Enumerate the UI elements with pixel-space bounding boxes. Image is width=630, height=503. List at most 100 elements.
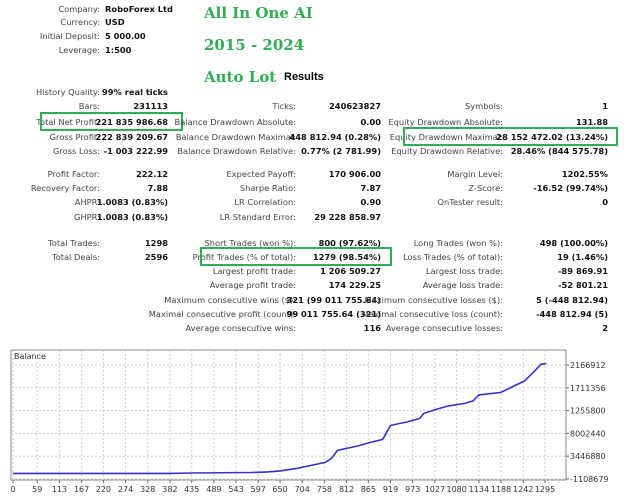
stat-label: Gross Profit: (49, 132, 100, 142)
stat-value: 1202.55% (561, 169, 608, 179)
stat-value: 2596 (144, 252, 168, 262)
brand-years: 2015 - 2024 (204, 36, 305, 54)
stat-value: 29 228 858.97 (314, 212, 381, 222)
x-tick-label: 435 (184, 485, 199, 494)
stat-label: LR Standard Error: (219, 212, 296, 222)
stat-label: Balance Drawdown Maximal: (175, 132, 296, 142)
x-tick-label: 1134 (469, 485, 489, 494)
highlight-box (403, 127, 618, 146)
stat-value: 1.0083 (0.83%) (96, 212, 168, 222)
x-tick-label: 1242 (513, 485, 533, 494)
stat-value: 28.46% (844 575.78) (510, 146, 608, 156)
x-tick-label: 1027 (425, 485, 445, 494)
header-value: 1:500 (105, 45, 132, 55)
stat-label: Largest loss trade: (425, 266, 503, 276)
header-label: Currency: (60, 17, 100, 27)
x-tick-label: 1188 (491, 485, 511, 494)
y-tick-label: 2166912 (570, 361, 606, 370)
stat-label: Long Trades (won %): (413, 238, 503, 248)
stat-label: Margin Level: (447, 169, 503, 179)
x-tick-label: 1080 (446, 485, 466, 494)
x-tick-label: 543 (228, 485, 243, 494)
plot-area (10, 349, 567, 481)
stat-label: Equity Drawdown Absolute: (388, 117, 503, 127)
stat-label: Profit Factor: (47, 169, 100, 179)
stat-label: Expected Payoff: (226, 169, 296, 179)
stat-value: 170 906.00 (328, 169, 381, 179)
history-quality-value: 99% real ticks (102, 87, 168, 97)
stat-label: LR Correlation: (234, 197, 296, 207)
stat-label: Average loss trade: (422, 280, 503, 290)
stat-label: Loss Trades (% of total): (403, 252, 503, 262)
x-tick-label: 167 (74, 485, 89, 494)
stat-value: 7.88 (147, 183, 168, 193)
stat-label: Average consecutive wins: (185, 323, 296, 333)
stat-value: 448 812.94 (0.28%) (289, 132, 381, 142)
header-value: RoboForex Ltd (105, 4, 173, 14)
x-tick-label: 919 (383, 485, 398, 494)
x-tick-label: 597 (251, 485, 266, 494)
header-value: USD (105, 17, 125, 27)
stat-label: Equity Drawdown Relative: (391, 146, 503, 156)
stat-label: Average profit trade: (209, 280, 296, 290)
stat-label: Symbols: (464, 101, 503, 111)
stat-label: Sharpe Ratio: (239, 183, 296, 193)
stat-label: Maximal consecutive profit (count): (148, 309, 296, 319)
x-tick-label: 328 (140, 485, 155, 494)
y-tick-label: 1255800 (570, 407, 606, 416)
y-tick-label: -1108679 (570, 475, 609, 484)
stat-label: Gross Loss: (52, 146, 100, 156)
stat-value: 174 229.25 (328, 280, 381, 290)
brand-lot: Auto Lot (204, 68, 277, 86)
x-tick-label: 220 (96, 485, 111, 494)
x-tick-label: 382 (162, 485, 177, 494)
highlight-box (200, 247, 392, 266)
y-tick-label: 8002440 (570, 429, 606, 438)
stat-value: 231113 (133, 101, 168, 111)
stat-label: Balance Drawdown Absolute: (174, 117, 296, 127)
y-tick-label: 1711356 (570, 384, 606, 393)
x-tick-label: 865 (361, 485, 376, 494)
stat-value: 0.77% (2 781.99) (301, 146, 381, 156)
stat-label: Ticks: (272, 101, 296, 111)
header-value: 5 000.00 (105, 31, 146, 41)
stat-value: 116 (363, 323, 381, 333)
stat-label: Balance Drawdown Relative: (177, 146, 296, 156)
balance-chart: 0 59 113 167 220 274 328 382 435 489 543 597 650 704 7… (10, 349, 609, 494)
stat-value: 1298 (144, 238, 168, 248)
stat-value: 222.12 (135, 169, 168, 179)
stat-value: 1 (602, 101, 608, 111)
x-tick-label: 274 (118, 485, 133, 494)
stat-label: Total Deals: (51, 252, 100, 262)
header-label: Company: (58, 4, 100, 14)
stat-value: 2 (602, 323, 608, 333)
stat-value: -89 869.91 (558, 266, 608, 276)
stat-label: Largest profit trade: (212, 266, 296, 276)
header-label: Initial Deposit: (39, 31, 100, 41)
brand-title: All In One AI (204, 4, 313, 22)
stat-value: 7.87 (360, 183, 381, 193)
x-tick-label: 0 (10, 485, 15, 494)
stat-value: 0.90 (360, 197, 381, 207)
x-tick-label: 812 (339, 485, 354, 494)
stat-value: 1 206 509.27 (320, 266, 381, 276)
stat-value: 19 (1.46%) (557, 252, 608, 262)
stat-value: 498 (100.00%) (539, 238, 608, 248)
x-tick-label: 704 (295, 485, 310, 494)
chart-title: Balance (14, 352, 46, 361)
x-tick-label: 1295 (535, 485, 555, 494)
x-tick-label: 113 (52, 485, 67, 494)
stat-label: Z-Score: (468, 183, 503, 193)
stat-value: 131.88 (575, 117, 608, 127)
highlight-box (40, 112, 183, 131)
stat-label: Recovery Factor: (30, 183, 100, 193)
stat-value: 240623827 (329, 101, 381, 111)
results-title: Results (284, 71, 324, 83)
x-tick-label: 59 (32, 485, 42, 494)
stat-value: 1.0083 (0.83%) (96, 197, 168, 207)
stat-value: -52 801.21 (558, 280, 608, 290)
stat-label: Bars: (78, 101, 100, 111)
stat-label: Maximum consecutive wins ($): (164, 295, 296, 305)
x-tick-label: 489 (206, 485, 221, 494)
stat-label: Average consecutive losses: (385, 323, 503, 333)
